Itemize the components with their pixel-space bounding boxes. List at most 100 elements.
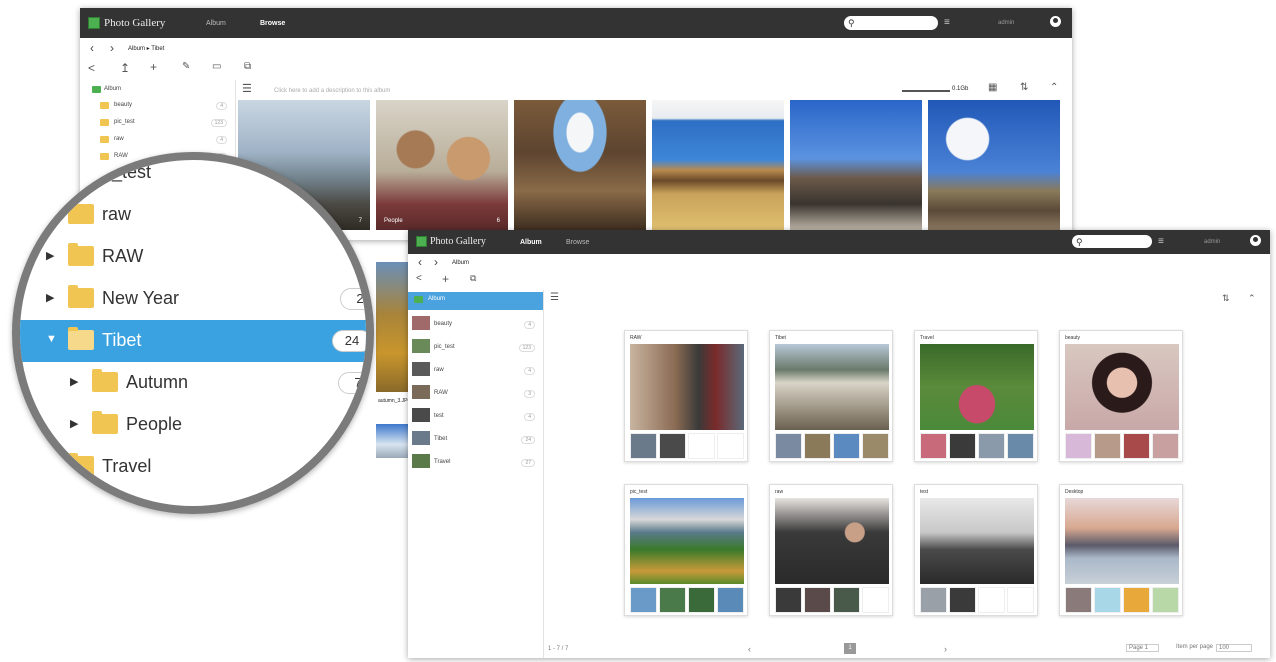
search-input[interactable]: ⚲: [1072, 235, 1152, 248]
tree-item-label: beauty: [114, 102, 133, 108]
tab-browse[interactable]: Browse: [260, 20, 285, 27]
forward-arrow-icon[interactable]: ›: [110, 41, 114, 55]
album-title: beauty: [1065, 335, 1081, 341]
menu-icon[interactable]: ☰: [242, 82, 252, 95]
album-title: Travel: [920, 335, 934, 341]
filter-icon[interactable]: ≡: [944, 17, 950, 28]
tab-album[interactable]: Album: [206, 20, 226, 27]
zoom-slider[interactable]: [902, 90, 950, 92]
expand-arrow-icon[interactable]: ▶: [70, 417, 78, 430]
back-arrow-icon[interactable]: ‹: [418, 255, 422, 269]
copy-icon[interactable]: ⧉: [470, 273, 476, 284]
tree-item[interactable]: pic_test 123: [80, 115, 235, 131]
tree-item[interactable]: RAW 3: [408, 383, 543, 404]
forward-arrow-icon[interactable]: ›: [434, 255, 438, 269]
album-card[interactable]: test: [914, 484, 1038, 616]
search-input[interactable]: ⚲: [844, 16, 938, 30]
tree-item[interactable]: ▶ Autumn 7: [20, 362, 366, 404]
tree-item[interactable]: raw: [20, 194, 366, 236]
album-thumb: [412, 316, 430, 330]
next-page-icon[interactable]: ›: [944, 644, 947, 654]
filter-icon[interactable]: ≡: [1158, 236, 1164, 247]
tree-item-label: Autumn: [126, 372, 189, 392]
add-icon[interactable]: +: [442, 272, 449, 286]
menu-icon[interactable]: ☰: [550, 292, 559, 303]
add-icon[interactable]: +: [150, 60, 157, 74]
tree-item[interactable]: raw 4: [408, 360, 543, 381]
tree-item-label: Tibet: [102, 330, 142, 350]
edit-icon[interactable]: ✎: [182, 61, 190, 72]
avatar[interactable]: [1050, 16, 1061, 27]
photo-thumbnail[interactable]: People 6: [376, 100, 508, 230]
album-card[interactable]: pic_test: [624, 484, 748, 616]
tree-item[interactable]: Travel: [20, 446, 366, 488]
album-card[interactable]: RAW: [624, 330, 748, 462]
tree-item-count: 4: [524, 321, 535, 329]
photo-thumbnail[interactable]: [376, 262, 408, 392]
page-number[interactable]: 1: [844, 643, 856, 654]
user-name[interactable]: admin: [998, 20, 1014, 26]
album-card[interactable]: beauty: [1059, 330, 1183, 462]
album-title: Tibet: [775, 335, 786, 341]
tree-item-selected[interactable]: ▼ Tibet 24: [20, 320, 366, 362]
back-arrow-icon[interactable]: ‹: [90, 41, 94, 55]
page-select[interactable]: Page 1: [1126, 644, 1160, 652]
expand-arrow-icon[interactable]: ▶: [46, 249, 54, 262]
items-per-page-select[interactable]: 100: [1216, 644, 1253, 652]
tree-item[interactable]: test 4: [408, 406, 543, 427]
album-description[interactable]: Click here to add a description to this …: [274, 88, 390, 94]
tree-item[interactable]: ▶ New Year 2: [20, 278, 366, 320]
sort-icon[interactable]: ⇅: [1020, 82, 1028, 93]
upload-icon[interactable]: ↥: [120, 61, 130, 75]
tab-album[interactable]: Album: [520, 239, 542, 246]
tree-item[interactable]: Travel 27: [408, 452, 543, 473]
folder-open-icon: [68, 327, 94, 350]
prev-page-icon[interactable]: ‹: [748, 644, 751, 654]
tab-browse[interactable]: Browse: [566, 239, 589, 246]
tree-item[interactable]: pic_test 123: [408, 337, 543, 358]
grid-view-icon[interactable]: ▦: [988, 82, 997, 93]
tree-item[interactable]: ▶ RAW: [20, 236, 366, 278]
album-thumb: [1123, 433, 1150, 459]
album-cover: [1065, 344, 1179, 430]
sort-icon[interactable]: ⇅: [1222, 293, 1230, 304]
album-thumb: [804, 433, 831, 459]
folder-icon: [100, 102, 109, 109]
photo-thumbnail[interactable]: [928, 100, 1060, 230]
album-card[interactable]: Desktop: [1059, 484, 1183, 616]
tree-item[interactable]: raw 4: [80, 132, 235, 148]
front-window: Photo Gallery Album Browse ⚲ ≡ admin ‹ ›…: [408, 230, 1270, 658]
folder-icon: [414, 296, 423, 303]
expand-arrow-icon[interactable]: ▶: [70, 375, 78, 388]
album-card[interactable]: Travel: [914, 330, 1038, 462]
breadcrumb[interactable]: Album ▸ Tibet: [128, 45, 164, 52]
tree-item[interactable]: Tibet 24: [408, 429, 543, 450]
share-icon[interactable]: <: [88, 61, 95, 75]
expand-arrow-icon[interactable]: ▶: [46, 291, 54, 304]
collapse-icon[interactable]: ⌃: [1248, 293, 1256, 304]
copy-icon[interactable]: ⧉: [244, 61, 251, 72]
user-name[interactable]: admin: [1204, 239, 1220, 245]
album-thumb: [1007, 433, 1034, 459]
tree-item[interactable]: beauty 4: [80, 98, 235, 114]
album-thumb: [412, 362, 430, 376]
tree-item[interactable]: ▶ People: [20, 404, 366, 446]
tree-root[interactable]: Album: [80, 82, 235, 98]
avatar[interactable]: [1250, 235, 1261, 246]
photo-thumbnail[interactable]: [652, 100, 784, 230]
breadcrumb[interactable]: Album: [452, 260, 469, 266]
tree-item[interactable]: beauty 4: [408, 314, 543, 335]
tree-item-label: New Year: [102, 288, 180, 308]
collapse-icon[interactable]: ⌃: [1050, 82, 1058, 93]
photo-thumbnail[interactable]: [376, 424, 408, 458]
album-card[interactable]: Tibet: [769, 330, 893, 462]
photo-thumbnail[interactable]: [790, 100, 922, 230]
album-card[interactable]: raw: [769, 484, 893, 616]
slideshow-icon[interactable]: ▭: [212, 61, 221, 72]
album-title: RAW: [630, 335, 642, 341]
collapse-arrow-icon[interactable]: ▼: [46, 333, 57, 345]
album-thumb: [688, 587, 715, 613]
tree-root[interactable]: Album: [408, 292, 543, 310]
photo-thumbnail[interactable]: [514, 100, 646, 230]
share-icon[interactable]: <: [416, 273, 422, 284]
